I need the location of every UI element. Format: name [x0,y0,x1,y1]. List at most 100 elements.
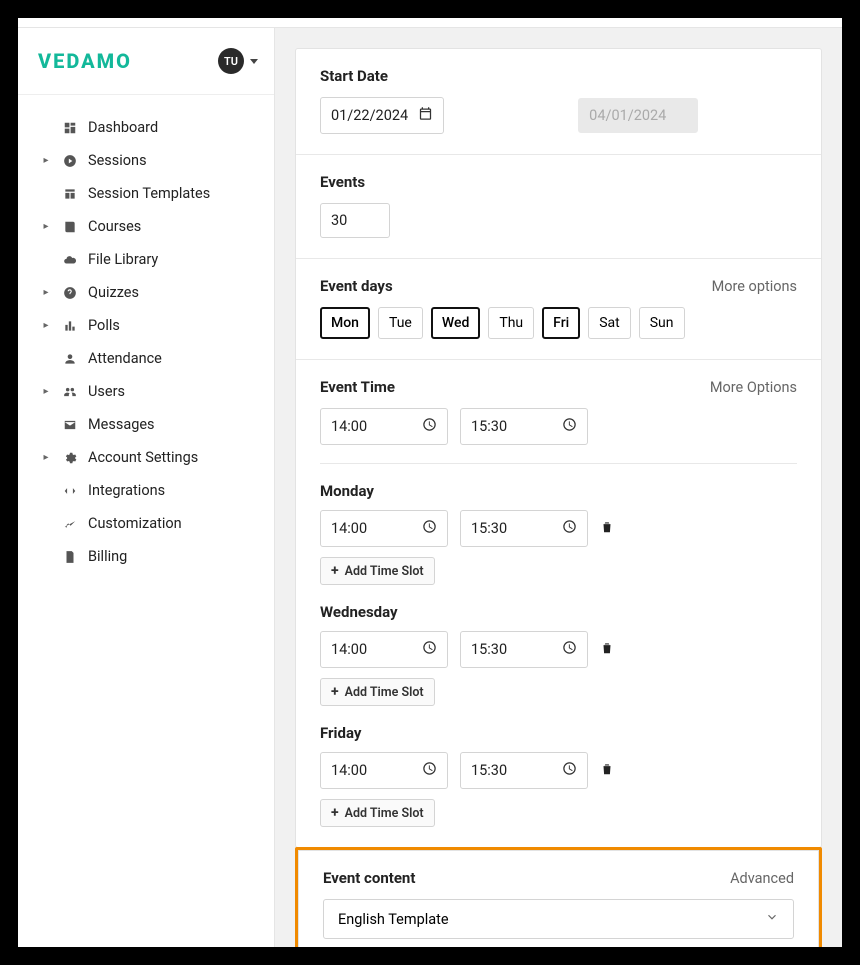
sidebar-item-users[interactable]: ▸Users [28,375,264,408]
event-content-highlight: Event content Advanced English Template [295,847,822,947]
sidebar-item-customization[interactable]: Customization [28,507,264,540]
default-time-row: 14:00 15:30 [320,408,797,445]
default-end-time-input[interactable]: 15:30 [460,408,588,445]
sidebar-item-integrations[interactable]: Integrations [28,474,264,507]
sidebar-item-polls[interactable]: ▸ Polls [28,309,264,342]
sidebar: VEDAMO TU Dashboard ▸SessionsSession Temp… [18,28,275,947]
sidebar-item-label: Courses [88,218,258,235]
sidebar-item-account-settings[interactable]: ▸Account Settings [28,441,264,474]
event-content-label: Event content [323,869,415,887]
avatar: TU [218,48,244,74]
day-chip-sat[interactable]: Sat [588,307,631,339]
brand-row: VEDAMO TU [18,28,274,95]
clock-icon [422,519,437,538]
expand-icon: ▸ [42,322,50,330]
plus-icon: + [331,805,339,821]
expand-icon: ▸ [42,157,50,165]
add-time-slot-label: Add Time Slot [345,806,424,821]
poll-icon [62,318,78,334]
default-start-time-input[interactable]: 14:00 [320,408,448,445]
plus-icon: + [331,684,339,700]
sidebar-item-attendance[interactable]: Attendance [28,342,264,375]
dashboard-icon [62,120,78,136]
template-value: English Template [338,911,449,928]
day-slot-name: Monday [320,482,797,500]
day-slot-row: 14:00 15:30 [320,510,797,547]
template-select[interactable]: English Template [323,899,794,939]
delete-slot-button[interactable] [600,761,614,780]
slot-start-input[interactable]: 14:00 [320,752,448,789]
expand-icon: ▸ [42,454,50,462]
start-date-input[interactable]: 01/22/2024 [320,97,444,134]
day-slot-row: 14:00 15:30 [320,631,797,668]
section-event-days: Event days More options MonTueWedThuFriS… [296,259,821,360]
add-time-slot-label: Add Time Slot [345,685,424,700]
day-chip-mon[interactable]: Mon [320,307,370,339]
help-icon [62,285,78,301]
expand-icon: ▸ [42,388,50,396]
slot-end-input[interactable]: 15:30 [460,510,588,547]
sidebar-item-billing[interactable]: Billing [28,540,264,573]
section-event-time: Event Time More Options 14:00 15:30 [296,360,821,847]
sidebar-item-session-templates[interactable]: Session Templates [28,177,264,210]
sidebar-item-label: Customization [88,515,258,532]
clock-icon [562,640,577,659]
book-icon [62,219,78,235]
add-time-slot-label: Add Time Slot [345,564,424,579]
brand-logo: VEDAMO [38,49,132,73]
clock-icon [562,417,577,436]
sidebar-item-label: Polls [88,317,258,334]
day-chip-thu[interactable]: Thu [488,307,534,339]
plus-icon: + [331,563,339,579]
integ-icon [62,483,78,499]
sidebar-item-quizzes[interactable]: ▸Quizzes [28,276,264,309]
sidebar-item-label: Dashboard [88,119,258,136]
sidebar-item-file-library[interactable]: File Library [28,243,264,276]
day-slot-name: Friday [320,724,797,742]
slot-start-value: 14:00 [331,641,412,658]
sidebar-item-label: Billing [88,548,258,565]
delete-slot-button[interactable] [600,519,614,538]
sidebar-item-dashboard[interactable]: Dashboard [28,111,264,144]
end-date-input: 04/01/2024 [578,98,698,133]
add-time-slot-button[interactable]: + Add Time Slot [320,678,435,706]
top-bar [18,18,842,28]
day-chip-tue[interactable]: Tue [378,307,423,339]
slot-end-input[interactable]: 15:30 [460,752,588,789]
events-input[interactable]: 30 [320,203,390,238]
slot-start-input[interactable]: 14:00 [320,631,448,668]
chevron-down-icon [250,59,258,64]
event-time-label: Event Time [320,378,395,396]
more-options-link[interactable]: More options [712,278,797,295]
day-chip-sun[interactable]: Sun [639,307,685,339]
more-options-cap-link[interactable]: More Options [710,379,797,396]
slot-end-value: 15:30 [471,641,552,658]
day-slot-row: 14:00 15:30 [320,752,797,789]
section-events: Events 30 [296,155,821,259]
delete-slot-button[interactable] [600,640,614,659]
day-chip-fri[interactable]: Fri [542,307,580,339]
event-days-label: Event days [320,277,393,295]
sidebar-item-label: Attendance [88,350,258,367]
day-slot-block: Wednesday 14:00 15:30 + Add Time Slot [320,603,797,706]
day-chip-wed[interactable]: Wed [431,307,481,339]
day-slot-block: Monday 14:00 15:30 + Add Time Slot [320,482,797,585]
add-time-slot-button[interactable]: + Add Time Slot [320,799,435,827]
slot-start-input[interactable]: 14:00 [320,510,448,547]
advanced-link[interactable]: Advanced [730,870,794,887]
default-start-time: 14:00 [331,418,412,435]
start-date-label: Start Date [320,67,388,85]
calendar-icon [418,106,433,125]
sidebar-item-sessions[interactable]: ▸Sessions [28,144,264,177]
user-menu[interactable]: TU [218,48,258,74]
clock-icon [422,761,437,780]
events-label: Events [320,173,365,191]
day-slot-name: Wednesday [320,603,797,621]
clock-icon [562,761,577,780]
section-start-date: Start Date 01/22/2024 04/01/2024 [296,49,821,155]
sidebar-item-messages[interactable]: Messages [28,408,264,441]
sidebar-item-courses[interactable]: ▸Courses [28,210,264,243]
expand-icon: ▸ [42,289,50,297]
slot-end-input[interactable]: 15:30 [460,631,588,668]
add-time-slot-button[interactable]: + Add Time Slot [320,557,435,585]
